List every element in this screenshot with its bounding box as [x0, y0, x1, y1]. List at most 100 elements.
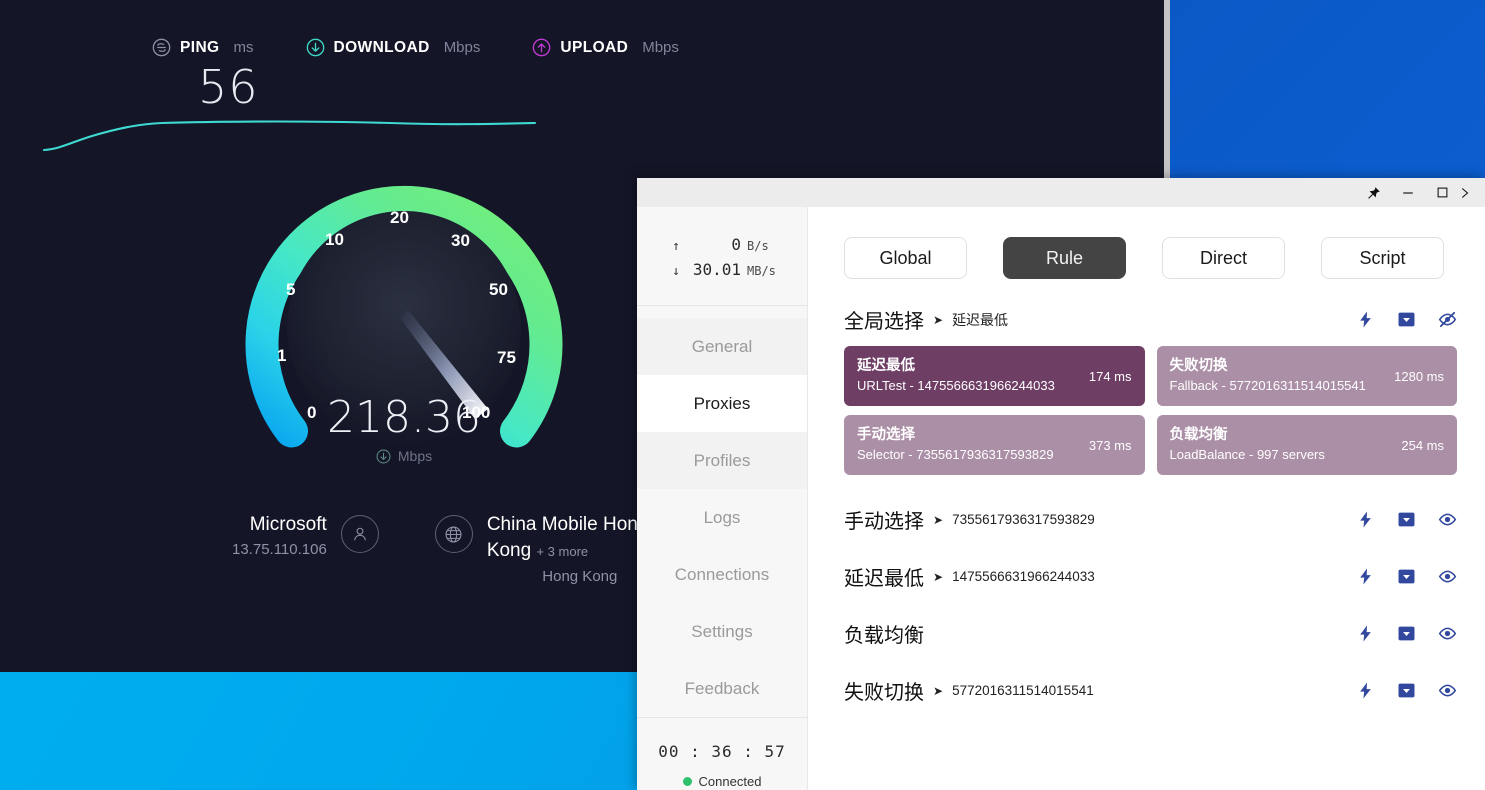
- sidebar-item-logs[interactable]: Logs: [637, 489, 807, 546]
- collapse-icon[interactable]: [1397, 510, 1416, 529]
- status-label: Connected: [698, 774, 762, 789]
- speedtest-icon[interactable]: [1356, 310, 1375, 329]
- gauge-tick-1: 1: [277, 346, 287, 365]
- metric-download-unit: Mbps: [443, 39, 481, 56]
- group-current: 延迟最低: [952, 311, 1009, 328]
- caret-right-icon: ➤: [933, 683, 944, 698]
- tab-script[interactable]: Script: [1321, 237, 1444, 279]
- metric-ping[interactable]: PING ms: [152, 38, 254, 57]
- tab-direct[interactable]: Direct: [1162, 237, 1285, 279]
- eye-icon[interactable]: [1438, 567, 1457, 586]
- sidebar-item-proxies[interactable]: Proxies: [637, 375, 807, 432]
- gauge-reading: 218.36: [327, 392, 481, 443]
- proxy-card[interactable]: 延迟最低 URLTest - 1475566631966244033 174 m…: [844, 346, 1145, 406]
- sidebar-item-settings[interactable]: Settings: [637, 603, 807, 660]
- mode-tabs: Global Rule Direct Script: [808, 207, 1485, 279]
- proxy-card-name: 失败切换: [1169, 358, 1228, 374]
- group-actions: [1356, 567, 1457, 586]
- sidebar-item-profiles[interactable]: Profiles: [637, 432, 807, 489]
- speedtest-icon[interactable]: [1356, 510, 1375, 529]
- collapse-icon[interactable]: [1397, 681, 1416, 700]
- eye-icon[interactable]: [1438, 624, 1457, 643]
- tab-rule[interactable]: Rule: [1003, 237, 1126, 279]
- eye-off-icon[interactable]: [1438, 310, 1457, 329]
- sidebar-item-connections[interactable]: Connections: [637, 546, 807, 603]
- speedtest-icon[interactable]: [1356, 681, 1375, 700]
- pin-icon[interactable]: [1357, 178, 1391, 207]
- ping-icon: [152, 38, 171, 57]
- group-title: 失败切换: [844, 682, 924, 704]
- sidebar-item-feedback[interactable]: Feedback: [637, 660, 807, 717]
- sidebar-item-general[interactable]: General: [637, 318, 807, 375]
- group-title: 负载均衡: [844, 625, 924, 647]
- gauge-tick-30: 30: [451, 231, 470, 250]
- proxy-card-delay: 1280 ms: [1394, 368, 1444, 384]
- sidebar-nav: General Proxies Profiles Logs Connection…: [637, 306, 807, 717]
- gauge-tick-50: 50: [489, 280, 508, 299]
- clash-main: Global Rule Direct Script 全局选择 ➤ 延迟最低 延迟…: [808, 207, 1485, 790]
- upload-arrow-icon: ↑: [672, 239, 680, 254]
- isp-block[interactable]: Microsoft 13.75.110.106: [232, 512, 379, 585]
- group-actions: [1356, 310, 1457, 329]
- metric-download-label: DOWNLOAD: [333, 38, 430, 56]
- proxy-card[interactable]: 手动选择 Selector - 7355617936317593829 373 …: [844, 415, 1145, 475]
- isp-ip: 13.75.110.106: [232, 541, 327, 558]
- group-row-fallback[interactable]: 失败切换 ➤ 5772016311514015541: [808, 662, 1485, 719]
- collapse-icon[interactable]: [1397, 624, 1416, 643]
- gauge-tick-5: 5: [286, 280, 296, 299]
- proxy-card-delay: 373 ms: [1088, 437, 1132, 453]
- proxy-card-name: 负载均衡: [1169, 427, 1228, 443]
- eye-icon[interactable]: [1438, 681, 1457, 700]
- group-current: 5772016311514015541: [952, 683, 1094, 698]
- proxy-card-sub: Fallback - 5772016311514015541: [1169, 378, 1366, 393]
- group-title: 手动选择: [844, 511, 924, 533]
- metric-upload-unit: Mbps: [642, 39, 679, 56]
- group-title: 延迟最低: [844, 568, 924, 590]
- proxy-card-delay: 254 ms: [1401, 437, 1444, 453]
- group-title: 全局选择: [844, 311, 924, 333]
- group-header-global-select[interactable]: 全局选择 ➤ 延迟最低: [808, 305, 1485, 334]
- download-icon: [376, 449, 391, 463]
- proxy-card[interactable]: 负载均衡 LoadBalance - 997 servers 254 ms: [1156, 415, 1457, 475]
- eye-icon[interactable]: [1438, 510, 1457, 529]
- sidebar-footer: 00 : 36 : 57 Connected: [637, 717, 807, 790]
- gauge-unit-row: Mbps: [224, 448, 584, 464]
- gauge-unit-label: Mbps: [397, 448, 433, 464]
- clash-titlebar[interactable]: [637, 178, 1485, 207]
- group-actions: [1356, 681, 1457, 700]
- speedtest-icon[interactable]: [1356, 624, 1375, 643]
- download-icon: [306, 38, 324, 57]
- proxy-card-sub: URLTest - 1475566631966244033: [857, 378, 1055, 393]
- minimize-icon[interactable]: [1391, 178, 1425, 207]
- group-current: 1475566631966244033: [952, 569, 1095, 584]
- group-row-load-balance[interactable]: 负载均衡: [808, 605, 1485, 662]
- group-row-lowest-latency[interactable]: 延迟最低 ➤ 1475566631966244033: [808, 548, 1485, 605]
- download-arrow-icon: ↓: [672, 264, 680, 279]
- ping-value: 56: [198, 60, 259, 114]
- metric-upload[interactable]: UPLOAD Mbps: [532, 38, 679, 57]
- speedtest-icon[interactable]: [1356, 567, 1375, 586]
- person-icon: [340, 515, 379, 553]
- globe-icon: [434, 515, 473, 553]
- metric-download[interactable]: DOWNLOAD Mbps: [306, 38, 481, 57]
- ping-sparkline: [42, 120, 537, 152]
- maximize-icon[interactable]: [1425, 178, 1459, 207]
- traffic-upload-row: ↑ 0 B/s: [637, 235, 807, 254]
- caret-right-icon: ➤: [933, 312, 944, 327]
- group-row-manual[interactable]: 手动选择 ➤ 7355617936317593829: [808, 491, 1485, 548]
- proxy-card[interactable]: 失败切换 Fallback - 5772016311514015541 1280…: [1156, 346, 1457, 406]
- proxy-card-sub: LoadBalance - 997 servers: [1169, 447, 1325, 462]
- tab-global[interactable]: Global: [844, 237, 967, 279]
- close-icon[interactable]: [1459, 178, 1481, 207]
- proxy-cards-grid: 延迟最低 URLTest - 1475566631966244033 174 m…: [808, 334, 1485, 475]
- group-actions: [1356, 510, 1457, 529]
- proxy-card-name: 手动选择: [857, 427, 915, 443]
- metric-ping-unit: ms: [233, 39, 254, 56]
- gauge-tick-10: 10: [325, 230, 344, 249]
- collapse-icon[interactable]: [1397, 310, 1416, 329]
- caret-right-icon: ➤: [933, 569, 944, 584]
- collapse-icon[interactable]: [1397, 567, 1416, 586]
- proxy-card-name: 延迟最低: [857, 358, 915, 374]
- clash-sidebar: ↑ 0 B/s ↓ 30.01 MB/s General Proxies Pro…: [637, 207, 808, 790]
- proxy-card-sub: Selector - 7355617936317593829: [857, 447, 1054, 462]
